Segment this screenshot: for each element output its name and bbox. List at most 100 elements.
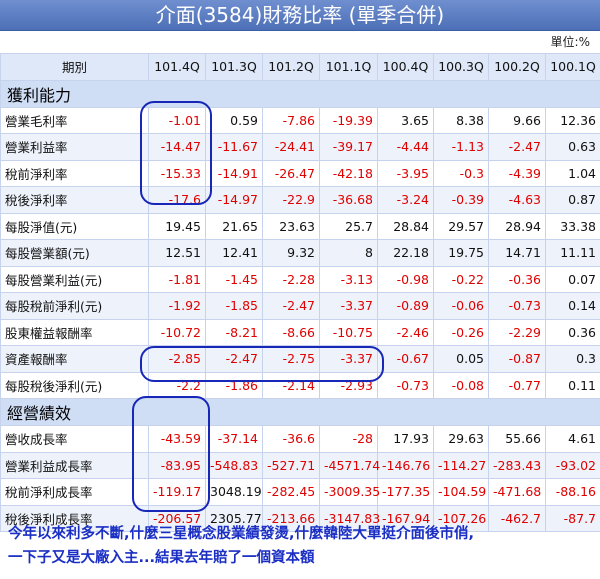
table-cell: -3.95 (377, 159, 434, 187)
table-cell: -8.66 (262, 318, 320, 346)
table-row: 營業毛利率 -1.01 0.59 -7.86 -19.39 3.65 8.38 9.66 12.… (0, 106, 600, 134)
table-cell: 12.36 (545, 106, 600, 134)
table-cell: -19.39 (319, 106, 378, 134)
section-title: 獲利能力 (0, 79, 600, 108)
table-cell: -4571.74 (319, 451, 380, 479)
table-row: 稅前淨利成長率 -119.17 3048.19 -282.45 -3009.35 -177… (0, 478, 600, 506)
table-cell: -28 (319, 425, 378, 453)
table-row: 營收成長率 -43.59 -37.14 -36.6 -28 17.93 29.63 55.66… (0, 425, 600, 453)
table-cell: 29.63 (433, 425, 489, 453)
row-label: 每股稅後淨利(元) (0, 371, 149, 399)
table-cell: -3.37 (319, 345, 378, 373)
row-label: 每股淨值(元) (0, 212, 149, 240)
table-cell: 0.05 (433, 345, 489, 373)
unit-label: 單位:% (550, 35, 590, 49)
table-row: 每股稅前淨利(元) -1.92 -1.85 -2.47 -3.37 -0.89 -0.06-… (0, 292, 600, 320)
table-cell: 55.66 (488, 425, 546, 453)
table-cell: -22.9 (262, 186, 320, 214)
table-row: 資產報酬率 -2.85 -2.47 -2.75 -3.37 -0.67 0.05 -0.87 0… (0, 345, 600, 373)
table-cell: -17.6 (148, 186, 206, 214)
table-cell: -0.89 (377, 292, 434, 320)
row-label: 營業利益率 (0, 133, 149, 161)
table-cell: -2.29 (488, 318, 546, 346)
row-label: 每股營業額(元) (0, 239, 149, 267)
table-cell: 9.66 (488, 106, 546, 134)
table-cell: -2.85 (148, 345, 206, 373)
table-cell: 0.87 (545, 186, 600, 214)
row-label: 每股營業利益(元) (0, 265, 149, 293)
row-label: 稅後淨利率 (0, 186, 149, 214)
table-cell: -282.45 (262, 478, 320, 506)
table-cell: -36.68 (319, 186, 378, 214)
table-cell: -0.06 (433, 292, 489, 320)
table-row: 每股淨值(元) 19.45 21.65 23.63 25.7 28.84 29.57 28.9… (0, 212, 600, 240)
table-cell: 0.36 (545, 318, 600, 346)
table-cell: -11.67 (205, 133, 263, 161)
table-cell: -1.92 (148, 292, 206, 320)
table-row: 每股營業額(元) 12.51 12.41 9.32 8 22.18 19.75 14.71 11… (0, 239, 600, 267)
table-cell: -0.3 (433, 159, 489, 187)
row-label: 稅前淨利成長率 (0, 478, 149, 506)
table-cell: 17.93 (377, 425, 434, 453)
section-title: 經營績效 (0, 398, 600, 426)
table-cell: -1.86 (205, 371, 263, 399)
caption-line: 今年以來利多不斷,什麼三星概念股業績發燙,什麼韓陸大單挺介面後市俏, (8, 526, 475, 542)
table-row: 營業利益率 -14.47 -11.67 -24.41 -39.17 -4.44 -1.13-… (0, 133, 600, 161)
header-period: 101.1Q (319, 53, 378, 81)
table-cell: -177.35 (377, 478, 434, 506)
table-cell: -4.44 (377, 133, 434, 161)
table-cell: -0.73 (488, 292, 546, 320)
table-cell: 0.11 (545, 371, 600, 399)
header-period: 101.3Q (205, 53, 263, 81)
table-cell: -2.47 (262, 292, 320, 320)
table-cell: -0.87 (488, 345, 546, 373)
row-label: 營業利益成長率 (0, 451, 149, 479)
table-cell: 21.65 (205, 212, 263, 240)
header-period: 100.2Q (488, 53, 546, 81)
table-cell: 19.75 (433, 239, 489, 267)
table-cell: -2.93 (319, 371, 378, 399)
table-cell: -3009.35 (319, 478, 380, 506)
table-row: 每股營業利益(元) -1.81 -1.45 -2.28 -3.13 -0.98 -0.22-… (0, 265, 600, 293)
table-cell: -93.02 (545, 451, 600, 479)
table-cell: 12.51 (148, 239, 206, 267)
table-cell: -2.28 (262, 265, 320, 293)
table-cell: 29.57 (433, 212, 489, 240)
table-cell: -2.47 (205, 345, 263, 373)
table-cell: 0.07 (545, 265, 600, 293)
section-row: 獲利能力 (0, 79, 600, 108)
header-period: 101.2Q (262, 53, 320, 81)
row-label: 股東權益報酬率 (0, 318, 149, 346)
table-cell: -2.2 (148, 371, 206, 399)
table-cell: 28.94 (488, 212, 546, 240)
ratio-table: 期別 101.4Q 101.3Q 101.2Q 101.1Q 100.4Q 10… (0, 53, 600, 532)
row-label: 營收成長率 (0, 425, 149, 453)
table-cell: -39.17 (319, 133, 378, 161)
table-cell: 28.84 (377, 212, 434, 240)
table-cell: -4.39 (488, 159, 546, 187)
table-cell: -1.13 (433, 133, 489, 161)
table-cell: -10.75 (319, 318, 378, 346)
table-cell: -548.83 (205, 451, 263, 479)
table-cell: 8.38 (433, 106, 489, 134)
header-period: 100.1Q (545, 53, 600, 81)
table-cell: -0.08 (433, 371, 489, 399)
table-cell: 0.63 (545, 133, 600, 161)
table-cell: 1.04 (545, 159, 600, 187)
header-period: 101.4Q (148, 53, 206, 81)
table-cell: -14.47 (148, 133, 206, 161)
table-cell: -37.14 (205, 425, 263, 453)
table-cell: -3.37 (319, 292, 378, 320)
table-cell: -10.72 (148, 318, 206, 346)
screenshot: 介面(3584)財務比率 (單季合併) 單位:% 期別 101.4Q 101.3… (0, 0, 600, 579)
table-cell: -471.68 (488, 478, 546, 506)
table-cell: -0.36 (488, 265, 546, 293)
header-row: 期別 101.4Q 101.3Q 101.2Q 101.1Q 100.4Q 10… (0, 53, 600, 81)
table-cell: 0.14 (545, 292, 600, 320)
header-period: 100.4Q (377, 53, 434, 81)
table-row: 稅前淨利率 -15.33 -14.91 -26.47 -42.18 -3.95 -0.3 -4… (0, 159, 600, 187)
table-cell: 11.11 (545, 239, 600, 267)
table-cell: -104.59 (433, 478, 489, 506)
table-cell: -42.18 (319, 159, 378, 187)
table-cell: 4.61 (545, 425, 600, 453)
